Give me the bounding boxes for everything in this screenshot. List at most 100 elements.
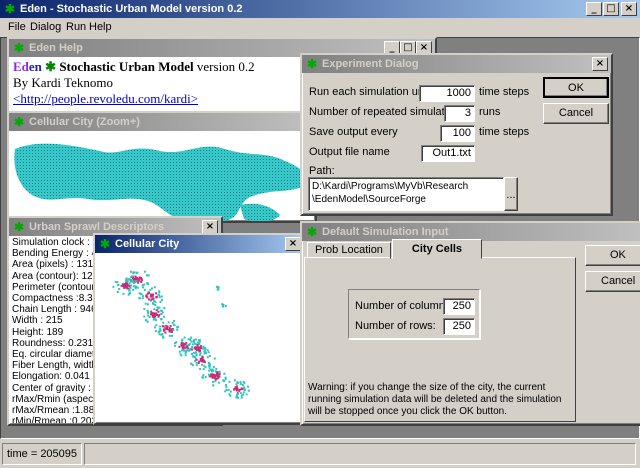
cellular-city-title: Cellular City <box>115 238 180 250</box>
city-cell <box>133 271 136 274</box>
experiment-cancel-button[interactable]: Cancel <box>543 103 609 124</box>
city-cell <box>239 382 242 385</box>
path-input[interactable]: D:\Kardi\Programs\MyVb\Research \EdenMod… <box>308 177 504 211</box>
city-cell <box>223 372 226 375</box>
city-cell <box>138 297 141 299</box>
maximize-button[interactable]: □ <box>603 2 619 16</box>
city-cell <box>188 343 191 346</box>
city-cell <box>197 362 200 365</box>
city-cell <box>130 270 132 273</box>
help-heading-version: version 0.2 <box>193 59 255 74</box>
city-cell <box>155 295 158 298</box>
city-cell <box>215 374 218 377</box>
minimize-button[interactable]: _ <box>586 2 602 16</box>
experiment-title-bar: ✱ Experiment Dialog × <box>302 55 611 73</box>
city-cell <box>176 328 179 331</box>
city-cell <box>138 276 141 279</box>
city-cell <box>214 370 217 373</box>
city-cell <box>189 338 191 341</box>
city-cell <box>133 282 136 284</box>
city-cell <box>200 347 203 349</box>
city-cell <box>134 280 137 283</box>
close-button[interactable]: × <box>621 2 637 16</box>
menu-file[interactable]: File <box>8 18 26 36</box>
city-cell <box>225 384 228 386</box>
city-cell <box>133 278 135 281</box>
close-button[interactable]: × <box>592 57 608 71</box>
save-every-input[interactable]: 100 <box>440 125 475 142</box>
status-text: time = 205095 <box>7 448 78 460</box>
eden-logo-icon: ✱ <box>45 59 57 74</box>
close-button[interactable]: × <box>285 237 301 251</box>
default-sim-cancel-button[interactable]: Cancel <box>585 271 640 292</box>
app-title-bar: ✱ Eden - Stochastic Urban Model version … <box>0 0 640 18</box>
city-cell <box>153 286 156 289</box>
cellular-zoom-title: Cellular City (Zoom+) <box>29 116 140 128</box>
city-cell <box>151 315 154 318</box>
city-cell <box>143 288 146 291</box>
menu-bar: File Dialog Run Help <box>0 18 640 36</box>
eden-help-title: Eden Help <box>29 42 83 54</box>
city-cell <box>161 325 164 328</box>
city-cell <box>218 371 221 374</box>
city-cell <box>138 278 140 281</box>
city-cell <box>160 318 163 321</box>
menu-run[interactable]: Run <box>66 18 86 36</box>
default-sim-ok-button[interactable]: OK <box>585 245 640 266</box>
city-cell <box>169 325 172 327</box>
city-cell <box>199 345 202 347</box>
city-cell <box>147 312 150 315</box>
city-cell <box>208 355 211 358</box>
city-cell <box>157 307 160 310</box>
status-panel: time = 205095 <box>2 443 82 465</box>
experiment-ok-button[interactable]: OK <box>543 77 609 98</box>
city-cell <box>215 367 218 370</box>
close-button[interactable]: × <box>202 220 218 234</box>
city-cell <box>145 294 148 297</box>
city-cell <box>123 285 126 288</box>
city-cell <box>191 348 194 351</box>
city-cell <box>157 290 160 293</box>
city-cell <box>142 286 145 289</box>
city-cell <box>207 373 210 376</box>
tab-prob-location[interactable]: Prob Location <box>307 242 391 259</box>
run-until-input[interactable]: 1000 <box>419 85 475 102</box>
city-cell <box>151 287 153 290</box>
city-cell <box>122 292 125 295</box>
menu-dialog[interactable]: Dialog <box>30 18 61 36</box>
rows-input[interactable]: 250 <box>443 318 475 335</box>
city-cell <box>204 347 207 350</box>
repeat-input[interactable]: 3 <box>444 105 475 122</box>
city-cell <box>190 336 193 339</box>
eden-app-icon: ✱ <box>306 57 318 71</box>
city-cell <box>216 288 219 291</box>
tab-city-cells[interactable]: City Cells <box>392 239 482 259</box>
help-heading-bold: Stochastic Urban Model <box>59 59 194 74</box>
output-file-input[interactable]: Out1.txt <box>421 145 475 162</box>
city-cell <box>157 331 160 333</box>
city-cell <box>148 298 150 301</box>
cols-label: Number of columns : <box>355 300 457 312</box>
city-cell <box>161 335 164 338</box>
city-cell <box>146 274 148 277</box>
city-cell <box>199 353 202 356</box>
repeat-unit: runs <box>479 106 501 118</box>
cellular-city-canvas <box>96 253 303 422</box>
city-cell <box>154 304 157 306</box>
city-cell <box>164 331 167 334</box>
city-cell <box>224 378 227 381</box>
city-cell <box>158 314 161 317</box>
city-cell <box>132 288 135 291</box>
cols-input[interactable]: 250 <box>443 298 475 315</box>
city-cell <box>144 302 147 305</box>
city-cell <box>180 343 183 346</box>
menu-help[interactable]: Help <box>89 18 112 36</box>
city-cell <box>245 393 248 396</box>
cellular-zoom-window: ✱ Cellular City (Zoom+) <box>7 111 317 223</box>
city-cell <box>160 295 163 298</box>
city-cell <box>153 308 156 311</box>
city-cell <box>174 344 177 347</box>
city-cell <box>181 339 183 342</box>
city-cell <box>171 322 174 324</box>
browse-button[interactable]: ... <box>504 177 518 211</box>
